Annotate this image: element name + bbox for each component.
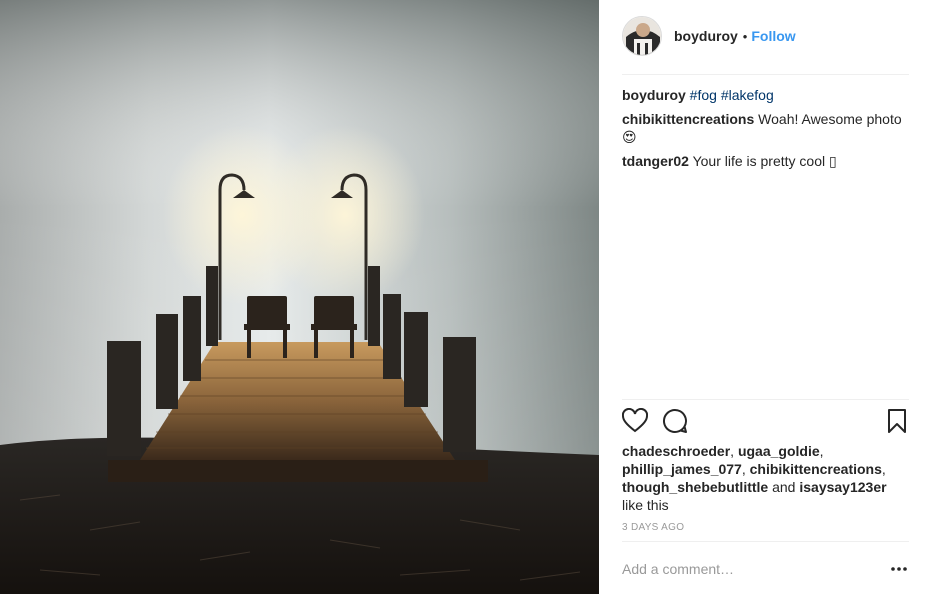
actions-divider	[622, 399, 909, 400]
liker-username[interactable]: though_shebebutlittle	[622, 479, 768, 495]
hashtag-link[interactable]: #fog	[690, 87, 717, 103]
header-divider	[622, 74, 909, 75]
liker-username[interactable]: phillip_james_077	[622, 461, 742, 477]
comma-separator: ,	[819, 443, 824, 459]
more-options-icon[interactable]	[889, 559, 909, 579]
liker-username[interactable]: chibikittencreations	[750, 461, 882, 477]
heart-icon[interactable]	[621, 407, 649, 434]
comment-input[interactable]	[622, 561, 889, 577]
comma-separator: ,	[881, 461, 886, 477]
comment-list: boyduroy #fog #lakefog chibikittencreati…	[622, 86, 909, 176]
liker-username[interactable]: ugaa_goldie	[738, 443, 820, 459]
missing-glyph-emoji: ▯	[829, 153, 837, 169]
likes-suffix: like this	[622, 497, 669, 513]
post-author-username[interactable]: boyduroy	[674, 28, 738, 44]
foggy-dock-image	[0, 0, 599, 594]
avatar[interactable]	[622, 16, 662, 56]
comment-item: tdanger02 Your life is pretty cool ▯	[622, 152, 909, 170]
post-header: boyduroy • Follow	[622, 15, 909, 57]
heart-eyes-emoji: 😍	[622, 129, 637, 145]
post-side-panel: boyduroy • Follow boyduroy #fog #lakefog…	[599, 0, 933, 594]
and-separator: and	[768, 479, 800, 495]
separator-dot: •	[742, 28, 748, 44]
likes-summary: chadeschroeder, ugaa_goldie, phillip_jam…	[622, 442, 909, 514]
add-comment-bar	[622, 554, 909, 584]
liker-username[interactable]: chadeschroeder	[622, 443, 730, 459]
post-timestamp[interactable]: 3 days ago	[622, 522, 684, 533]
post-photo[interactable]	[0, 0, 599, 594]
post-actions	[621, 407, 909, 436]
bookmark-icon[interactable]	[885, 408, 909, 434]
comment-author[interactable]: boyduroy	[622, 87, 686, 103]
comment-item: chibikittencreations Woah! Awesome photo…	[622, 110, 909, 146]
comment-text: Woah! Awesome photo	[758, 111, 902, 127]
comment-text: Your life is pretty cool	[692, 153, 830, 169]
comment-author[interactable]: chibikittencreations	[622, 111, 754, 127]
avatar-image	[623, 17, 661, 55]
comment-author[interactable]: tdanger02	[622, 153, 689, 169]
speech-bubble-icon[interactable]	[662, 408, 688, 434]
hashtag-link[interactable]: #lakefog	[721, 87, 774, 103]
liker-username[interactable]: isaysay123er	[799, 479, 886, 495]
comma-separator: ,	[730, 443, 738, 459]
comment-box-divider	[622, 541, 909, 542]
follow-button[interactable]: Follow	[751, 28, 795, 44]
caption: boyduroy #fog #lakefog	[622, 86, 909, 104]
comma-separator: ,	[741, 461, 750, 477]
